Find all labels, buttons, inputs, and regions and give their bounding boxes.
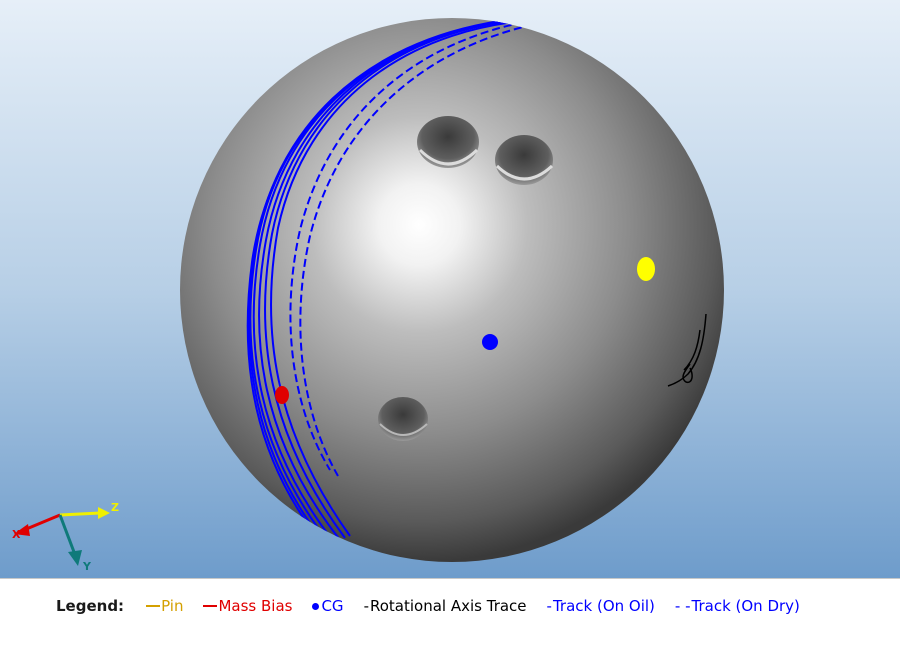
finger-hole-right [495, 135, 554, 185]
thumb-hole [378, 397, 428, 441]
pin-marker[interactable] [637, 257, 655, 281]
y-axis-label: Y [82, 560, 92, 573]
legend-item-cg: CG [312, 597, 344, 615]
cg-marker[interactable] [482, 334, 498, 350]
scene[interactable]: Z X Y [0, 0, 900, 578]
3d-viewport[interactable]: Z X Y [0, 0, 900, 578]
legend-item-track-on-dry: - - Track (On Dry) [675, 597, 800, 615]
z-axis-label: Z [111, 501, 119, 514]
track-dry-dash-swatch: - - [674, 597, 691, 615]
mass-bias-line-swatch [203, 605, 218, 607]
legend-item-mass-bias: Mass Bias [203, 597, 292, 615]
legend-item-rotational-axis-trace: - Rotational Axis Trace [364, 597, 527, 615]
pin-line-swatch [146, 605, 161, 607]
legend-label-cg: CG [321, 597, 344, 615]
bowling-ball[interactable] [180, 18, 724, 562]
track-oil-dash-swatch: - [546, 597, 552, 615]
z-axis-line [59, 511, 101, 517]
rotational-axis-dash-swatch: - [363, 597, 369, 615]
mass-bias-marker[interactable] [275, 386, 289, 404]
legend-label-mass-bias: Mass Bias [218, 597, 293, 615]
legend: Legend: Pin Mass Bias CG - Rotational Ax… [56, 597, 800, 615]
legend-item-pin: Pin [146, 597, 183, 615]
finger-hole-left [417, 116, 479, 168]
x-axis-label: X [12, 528, 21, 541]
legend-label-pin: Pin [161, 597, 184, 615]
legend-item-track-on-oil: - Track (On Oil) [547, 597, 655, 615]
legend-label-track-on-dry: Track (On Dry) [691, 597, 800, 615]
legend-bar: Legend: Pin Mass Bias CG - Rotational Ax… [0, 578, 900, 656]
legend-label-track-on-oil: Track (On Oil) [552, 597, 655, 615]
cg-dot-swatch [312, 602, 320, 610]
legend-title: Legend: [56, 597, 125, 615]
legend-label-rotational-axis-trace: Rotational Axis Trace [369, 597, 527, 615]
